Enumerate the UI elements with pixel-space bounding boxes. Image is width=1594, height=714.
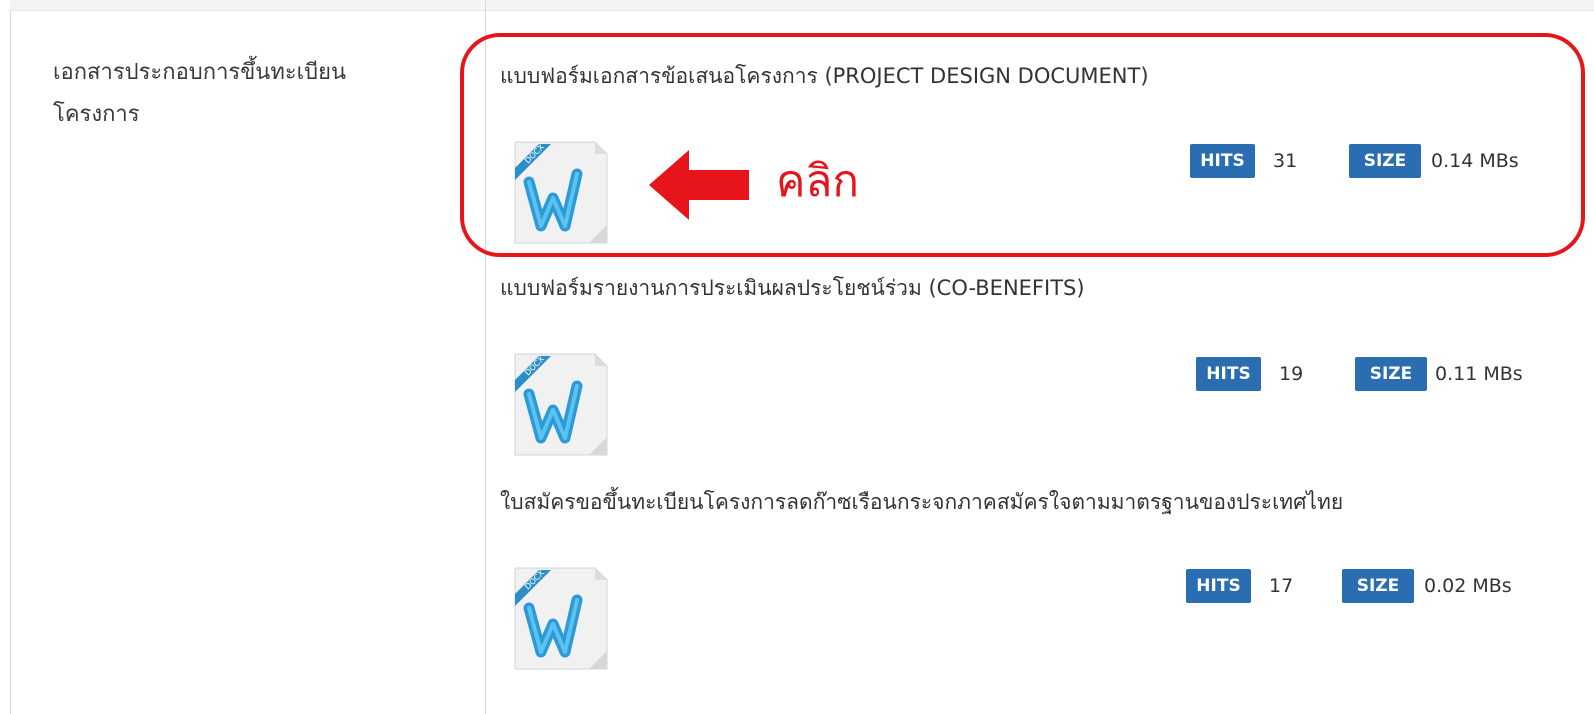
hits-badge: HITS bbox=[1186, 569, 1251, 603]
file-size: 0.11 MBs bbox=[1435, 363, 1523, 385]
document-title-link[interactable]: ใบสมัครขอขึ้นทะเบียนโครงการลดก๊าซเรือนกร… bbox=[500, 486, 1343, 519]
document-title-link[interactable]: แบบฟอร์มรายงานการประเมินผลประโยชน์ร่วม (… bbox=[500, 272, 1085, 305]
highlight-box bbox=[460, 33, 1585, 257]
category-label: เอกสารประกอบการขึ้นทะเบียน โครงการ bbox=[53, 52, 453, 136]
column-divider-top bbox=[485, 0, 486, 10]
hits-count: 19 bbox=[1279, 363, 1304, 385]
hits-count: 17 bbox=[1269, 575, 1294, 597]
docx-word-icon[interactable]: DOCX bbox=[511, 566, 611, 671]
docx-word-icon[interactable]: DOCX bbox=[511, 352, 611, 457]
file-size: 0.02 MBs bbox=[1424, 575, 1512, 597]
size-badge: SIZE bbox=[1342, 569, 1414, 603]
table-top-strip bbox=[10, 0, 1594, 11]
category-label-line1: เอกสารประกอบการขึ้นทะเบียน bbox=[53, 60, 347, 85]
size-badge: SIZE bbox=[1355, 357, 1427, 391]
left-arrow-icon bbox=[649, 150, 749, 220]
category-label-line2: โครงการ bbox=[53, 102, 140, 127]
click-annotation: คลิก bbox=[776, 156, 860, 207]
hits-badge: HITS bbox=[1196, 357, 1261, 391]
table-left-border bbox=[10, 10, 11, 714]
downloads-page: เอกสารประกอบการขึ้นทะเบียน โครงการ แบบฟอ… bbox=[0, 0, 1594, 714]
